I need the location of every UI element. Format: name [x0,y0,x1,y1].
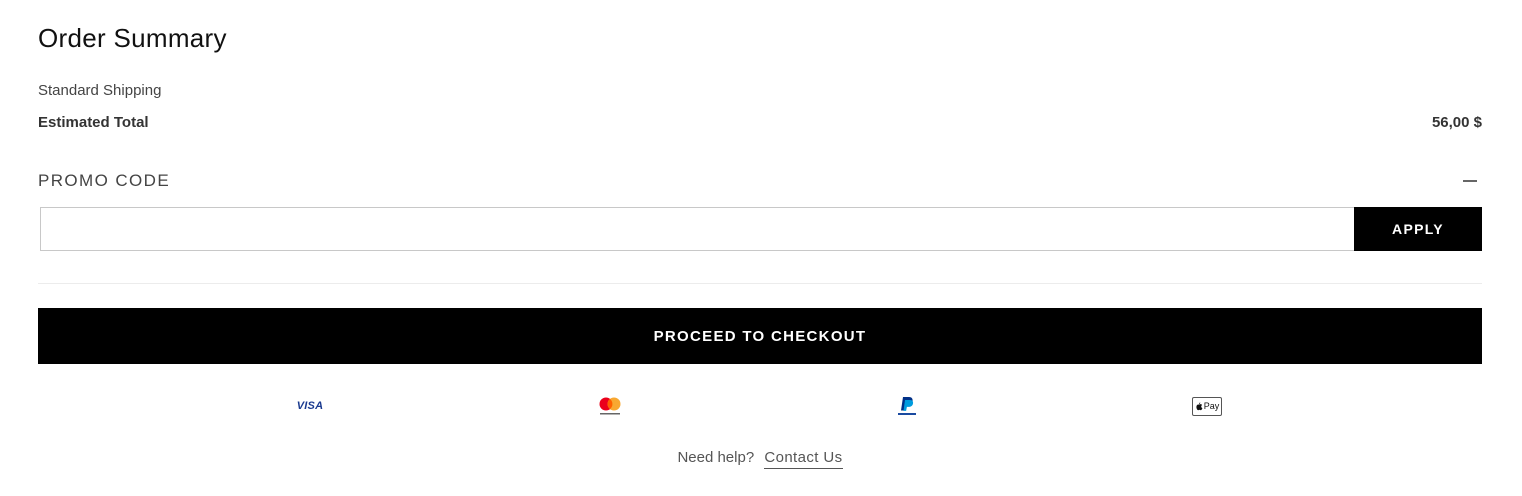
mastercard-icon [594,395,626,417]
order-summary-title: Order Summary [38,23,227,53]
divider [38,283,1482,284]
paypal-icon [894,395,920,417]
apple-pay-badge: Pay [1192,396,1222,416]
contact-us-link[interactable]: Contact Us [764,449,843,469]
need-help-text: Need help? [677,449,755,466]
promo-code-toggle[interactable]: PROMO CODE [38,168,1482,194]
apple-pay-text: Pay [1203,401,1220,411]
promo-code-input[interactable] [40,207,1362,251]
proceed-to-checkout-button[interactable]: PROCEED TO CHECKOUT [38,308,1482,364]
apply-button[interactable]: APPLY [1354,207,1482,251]
visa-logo-text: VISA [296,400,324,412]
help-row: Need help? Contact Us [38,449,1482,469]
visa-icon: VISA [294,395,326,417]
apple-pay-icon: Pay [1191,395,1223,417]
estimated-total-row: Estimated Total 56,00 $ [38,114,1482,134]
promo-code-label: PROMO CODE [38,171,171,190]
estimated-total-value: 56,00 $ [1431,114,1482,131]
shipping-label: Standard Shipping [38,82,162,99]
order-summary: Order Summary Standard Shipping Estimate… [38,0,1482,496]
apple-logo-icon [1196,402,1203,410]
estimated-total-label: Estimated Total [38,114,149,131]
minus-icon[interactable] [1463,180,1477,182]
